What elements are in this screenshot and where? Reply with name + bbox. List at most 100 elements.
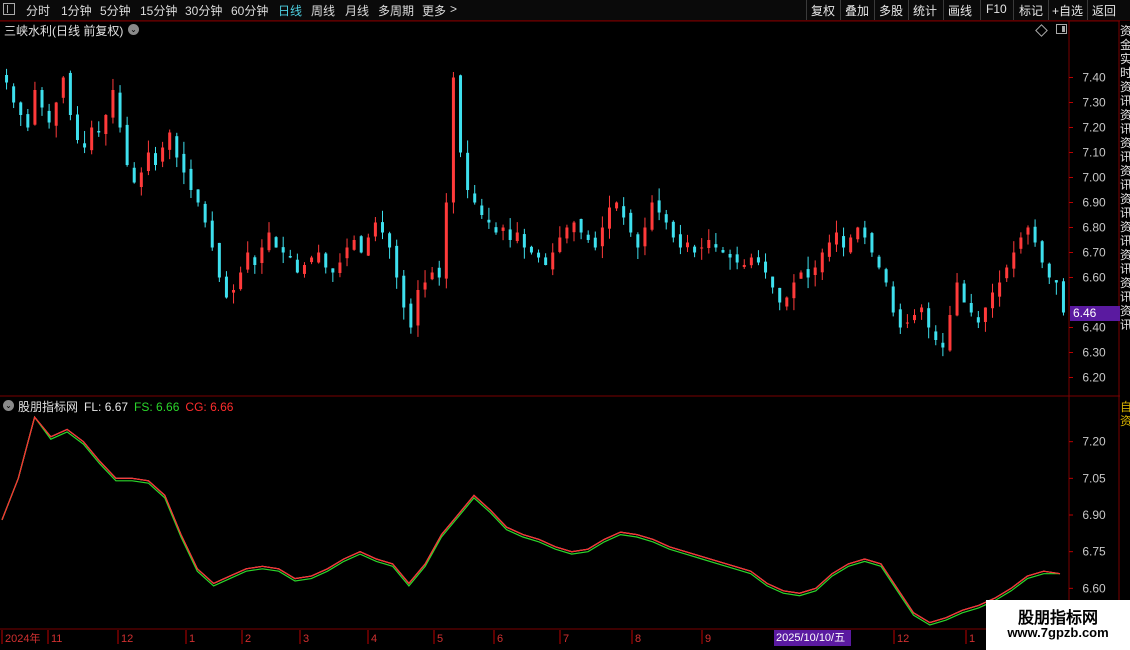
- candle-body: [529, 246, 533, 253]
- candle-body: [182, 153, 186, 173]
- y-tick-label: 7.05: [1082, 471, 1106, 485]
- candle-body: [217, 242, 221, 278]
- y-tick-label: 6.75: [1082, 545, 1106, 559]
- candle-body: [515, 232, 519, 242]
- candle-body: [317, 252, 321, 263]
- candle-body: [955, 282, 959, 316]
- candle-body: [1040, 241, 1044, 263]
- candle-body: [891, 286, 895, 313]
- candle-body: [728, 253, 732, 258]
- candle-body: [586, 234, 590, 240]
- fl-value: FL: 6.67: [84, 400, 129, 414]
- candle-body: [863, 227, 867, 238]
- candle-body: [260, 247, 264, 264]
- candle-body: [636, 234, 640, 248]
- candle-body: [26, 114, 30, 128]
- candle-body: [778, 287, 782, 303]
- candle-body: [480, 205, 484, 215]
- candle-body: [579, 218, 583, 233]
- candle-body: [451, 77, 455, 203]
- candle-body: [707, 240, 711, 249]
- candle-body: [253, 257, 257, 265]
- candle-body: [1047, 263, 1051, 278]
- indicator-lines: [1, 415, 1061, 626]
- candle-body: [224, 276, 228, 298]
- candle-body: [643, 227, 647, 247]
- candle-body: [991, 292, 995, 309]
- candle-body: [834, 232, 838, 245]
- candle-body: [983, 307, 987, 323]
- candle-body: [288, 256, 292, 258]
- candle-body: [274, 237, 278, 248]
- candle-body: [792, 282, 796, 299]
- candle-body: [976, 317, 980, 323]
- candle-body: [693, 246, 697, 253]
- candle-body: [459, 75, 463, 153]
- candle-body: [842, 236, 846, 248]
- y-tick-label: 7.10: [1082, 146, 1106, 160]
- candle-body: [721, 250, 725, 253]
- candle-body: [1033, 226, 1037, 243]
- candle-body: [607, 207, 611, 229]
- indicator-title: 股朋指标网 FL: 6.67 FS: 6.66 CG: 6.66: [18, 398, 239, 415]
- candle-body: [969, 302, 973, 313]
- candle-body: [820, 252, 824, 273]
- candle-body: [756, 257, 760, 263]
- candle-body: [827, 242, 831, 257]
- candle-body: [522, 234, 526, 248]
- chart-canvas[interactable]: 7.40 7.30 7.20 7.10 7.00 6.90 6.80 6.70 6.60 6.40…: [0, 0, 1120, 630]
- candle-body: [572, 222, 576, 233]
- candle-body: [870, 233, 874, 253]
- series-line-cg: [1, 415, 1061, 624]
- candle-body: [83, 143, 87, 148]
- candle-body: [125, 124, 129, 165]
- candle-body: [175, 136, 179, 158]
- candle-body: [657, 200, 661, 213]
- candle-body: [494, 227, 498, 233]
- date-label: 5: [437, 633, 443, 645]
- date-label: 9: [705, 633, 711, 645]
- date-label: 7: [563, 633, 569, 645]
- candle-body: [785, 297, 789, 307]
- candle-body: [168, 132, 172, 150]
- candle-body: [33, 90, 37, 125]
- candle-body: [700, 247, 704, 249]
- candle-body: [771, 276, 775, 288]
- date-label: 12: [121, 633, 133, 645]
- candle-body: [501, 227, 505, 231]
- candle-body: [203, 203, 207, 223]
- candle-body: [232, 290, 236, 293]
- candle-body: [239, 272, 243, 290]
- candles: [5, 68, 1065, 357]
- candle-body: [267, 232, 271, 251]
- y-tick-label: 7.20: [1082, 435, 1106, 449]
- candle-body: [104, 115, 108, 134]
- candle-body: [508, 229, 512, 240]
- candle-body: [444, 202, 448, 279]
- candle-body: [19, 102, 23, 115]
- candle-body: [544, 257, 548, 265]
- candle-body: [338, 262, 342, 273]
- candle-body: [189, 168, 193, 190]
- candle-body: [629, 212, 633, 233]
- candle-body: [5, 75, 9, 83]
- y-tick-label: 7.00: [1082, 171, 1106, 185]
- candle-body: [998, 282, 1002, 297]
- watermark: 股朋指标网 www.7gpzb.com: [986, 600, 1130, 650]
- y-tick-label: 6.40: [1082, 321, 1106, 335]
- date-label: 8: [635, 633, 641, 645]
- candle-body: [139, 172, 143, 188]
- indicator-name: 股朋指标网: [18, 400, 79, 414]
- candle-body: [1054, 280, 1058, 283]
- chevron-down-icon[interactable]: ⌄: [3, 400, 14, 411]
- candle-body: [905, 322, 909, 324]
- side-info-strip[interactable]: 资金实时资讯资讯资讯资讯资讯资讯资讯资讯资讯: [1120, 24, 1130, 394]
- y-tick-label: 6.90: [1082, 508, 1106, 522]
- candle-body: [423, 282, 427, 290]
- candle-body: [735, 254, 739, 263]
- side-info-bottom[interactable]: 自资: [1120, 400, 1130, 460]
- candle-body: [352, 240, 356, 250]
- candle-body: [749, 257, 753, 266]
- candle-body: [97, 130, 101, 133]
- candle-body: [593, 237, 597, 248]
